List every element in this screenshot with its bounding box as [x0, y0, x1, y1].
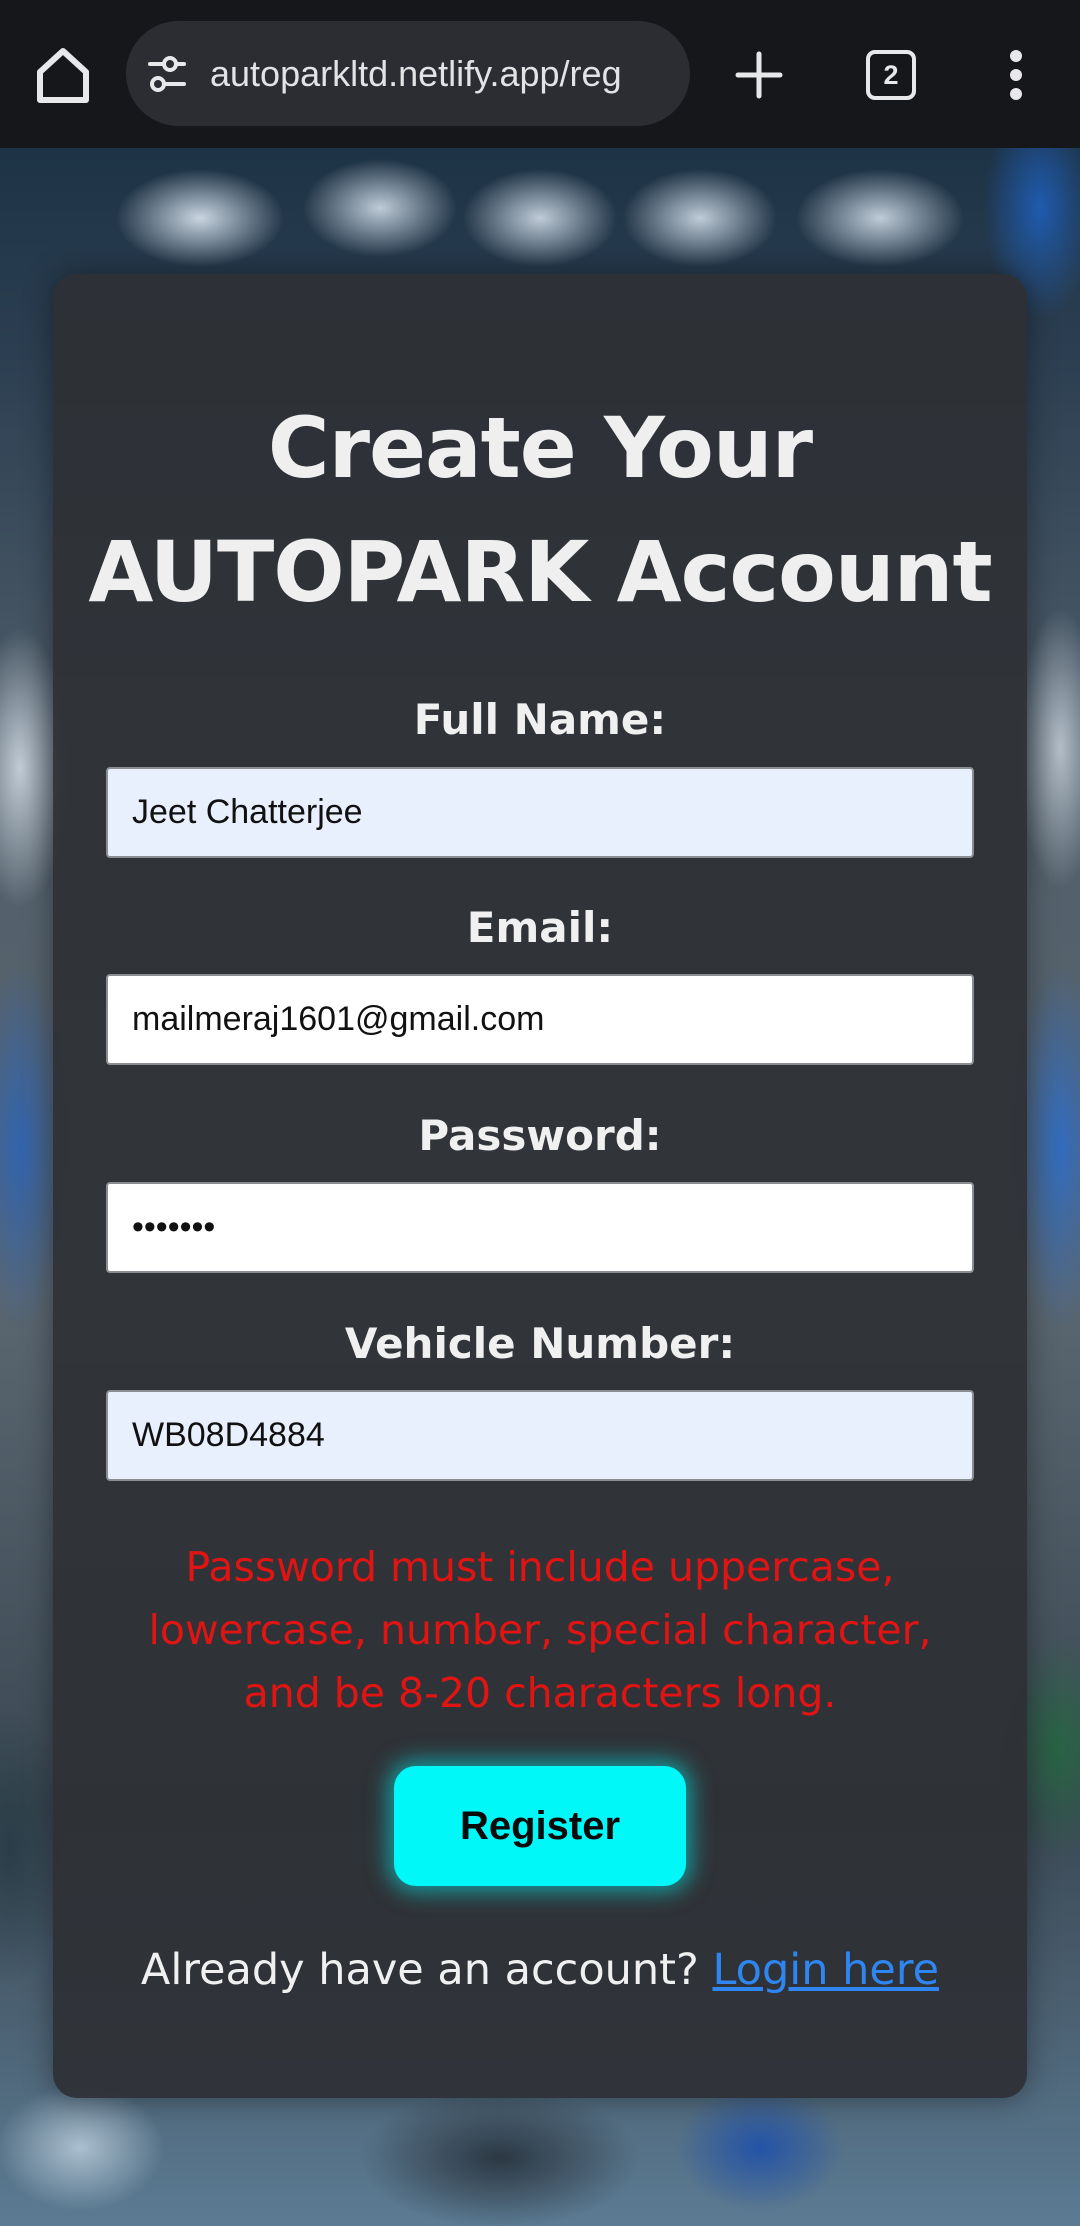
- title-line-2: AUTOPARK Account: [88, 523, 992, 621]
- vehicle-number-input[interactable]: WB08D4884: [106, 1390, 974, 1481]
- register-button[interactable]: Register: [394, 1766, 686, 1886]
- home-button[interactable]: [30, 42, 96, 108]
- login-link[interactable]: Login here: [712, 1945, 939, 1995]
- plus-icon: [735, 51, 783, 99]
- home-icon: [37, 48, 89, 103]
- register-card: Create Your AUTOPARK Account Full Name: …: [53, 274, 1027, 2098]
- browser-toolbar: autoparkltd.netlify.app/reg 2: [0, 0, 1080, 148]
- password-error-message: Password must include uppercase, lowerca…: [148, 1543, 932, 1717]
- new-tab-button[interactable]: [734, 50, 784, 100]
- email-label: Email:: [466, 903, 614, 952]
- title-line-1: Create Your: [267, 399, 813, 497]
- vehicle-number-label: Vehicle Number:: [344, 1319, 736, 1368]
- more-vert-icon[interactable]: [998, 48, 1034, 102]
- url-text[interactable]: autoparkltd.netlify.app/reg: [210, 21, 622, 126]
- tune-icon[interactable]: [146, 54, 188, 94]
- login-prompt-row: Already have an account? Login here: [53, 1940, 1027, 2000]
- page-title: Create Your AUTOPARK Account: [53, 386, 1027, 634]
- address-bar[interactable]: autoparkltd.netlify.app/reg: [126, 21, 690, 126]
- tab-switcher-button[interactable]: 2: [866, 50, 916, 100]
- email-input[interactable]: mailmeraj1601@gmail.com: [106, 974, 974, 1065]
- full-name-input[interactable]: Jeet Chatterjee: [106, 767, 974, 858]
- full-name-label: Full Name:: [413, 695, 667, 744]
- login-prompt-text: Already have an account?: [140, 1945, 699, 1995]
- password-input[interactable]: •••••••: [106, 1182, 974, 1273]
- password-label: Password:: [418, 1111, 662, 1160]
